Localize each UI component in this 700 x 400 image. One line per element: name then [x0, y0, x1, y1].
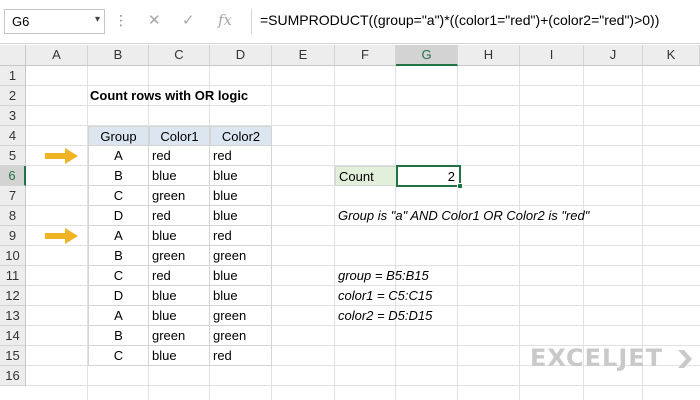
row-header-1[interactable]: 1 — [0, 66, 26, 86]
drag-handle-icon[interactable]: ⋮ — [114, 12, 128, 29]
row-header-12[interactable]: 12 — [0, 286, 26, 306]
table-cell[interactable]: blue — [149, 306, 210, 326]
column-header-j[interactable]: J — [584, 45, 643, 66]
table-cell[interactable]: red — [210, 146, 272, 166]
row-header-10[interactable]: 10 — [0, 246, 26, 266]
chevron-down-icon[interactable]: ▾ — [95, 14, 100, 25]
table-cell[interactable]: blue — [149, 346, 210, 366]
table-cell[interactable]: red — [149, 266, 210, 286]
row-header-13[interactable]: 13 — [0, 306, 26, 326]
table-cell[interactable]: green — [210, 306, 272, 326]
table-cell[interactable]: C — [88, 266, 149, 286]
table-header-group[interactable]: Group — [88, 126, 149, 146]
table-cell[interactable]: blue — [149, 166, 210, 186]
column-header-f[interactable]: F — [335, 45, 396, 66]
formula-text: =SUMPRODUCT((group="a")*((color1="red")+… — [260, 12, 660, 28]
select-all-corner[interactable] — [0, 45, 26, 66]
insert-function-icon[interactable]: fx — [218, 11, 232, 29]
arrow-right-icon — [45, 148, 78, 164]
column-header-i[interactable]: I — [520, 45, 584, 66]
column-header-h[interactable]: H — [458, 45, 520, 66]
table-cell[interactable]: red — [149, 206, 210, 226]
formula-buttons: ✕ ✓ fx — [136, 9, 248, 34]
count-value-cell[interactable]: 2 — [396, 165, 461, 187]
table-cell[interactable]: A — [88, 226, 149, 246]
grid-column-line — [334, 66, 335, 400]
column-header-a[interactable]: A — [26, 45, 88, 66]
logo-text: EXCELJET — [530, 344, 664, 372]
column-header-k[interactable]: K — [643, 45, 700, 66]
table-cell[interactable]: C — [88, 186, 149, 206]
formula-bar: G6 ▾ ⋮ ✕ ✓ fx =SUMPRODUCT((group="a")*((… — [0, 0, 700, 44]
table-header-color1[interactable]: Color1 — [149, 126, 210, 146]
row-header-6[interactable]: 6 — [0, 166, 26, 186]
table-cell[interactable]: B — [88, 246, 149, 266]
cancel-icon[interactable]: ✕ — [148, 11, 161, 29]
row-header-4[interactable]: 4 — [0, 126, 26, 146]
table-cell[interactable]: green — [149, 186, 210, 206]
row-header-8[interactable]: 8 — [0, 206, 26, 226]
row-header-9[interactable]: 9 — [0, 226, 26, 246]
formula-input[interactable]: =SUMPRODUCT((group="a")*((color1="red")+… — [251, 9, 700, 34]
table-cell[interactable]: red — [210, 226, 272, 246]
row-header-14[interactable]: 14 — [0, 326, 26, 346]
table-cell[interactable]: blue — [149, 226, 210, 246]
row-header-15[interactable]: 15 — [0, 346, 26, 366]
table-cell[interactable]: green — [210, 246, 272, 266]
table-cell[interactable]: C — [88, 346, 149, 366]
named-range-color1: color1 = C5:C15 — [338, 288, 433, 303]
table-cell[interactable]: B — [88, 326, 149, 346]
table-cell[interactable]: A — [88, 306, 149, 326]
row-header-3[interactable]: 3 — [0, 106, 26, 126]
sheet-title: Count rows with OR logic — [90, 88, 249, 103]
exceljet-logo: EXCELJET — [530, 344, 692, 374]
table-cell[interactable]: blue — [149, 286, 210, 306]
table-cell[interactable]: red — [210, 346, 272, 366]
table-cell[interactable]: green — [149, 326, 210, 346]
logic-note: Group is "a" AND Color1 OR Color2 is "re… — [338, 208, 590, 223]
row-header-16[interactable]: 16 — [0, 366, 26, 386]
table-header-color2[interactable]: Color2 — [210, 126, 272, 146]
table-cell[interactable]: blue — [210, 186, 272, 206]
check-icon[interactable]: ✓ — [182, 11, 195, 29]
column-header-g[interactable]: G — [396, 45, 458, 66]
name-box-value: G6 — [12, 14, 30, 29]
table-cell[interactable]: blue — [210, 206, 272, 226]
exceljet-mark-icon — [678, 350, 692, 368]
column-header-d[interactable]: D — [210, 45, 272, 66]
column-header-c[interactable]: C — [149, 45, 210, 66]
row-header-11[interactable]: 11 — [0, 266, 26, 286]
column-header-e[interactable]: E — [272, 45, 335, 66]
named-range-color2: color2 = D5:D15 — [338, 308, 433, 323]
grid-column-line — [519, 66, 520, 400]
table-cell[interactable]: blue — [210, 286, 272, 306]
row-header-2[interactable]: 2 — [0, 86, 26, 106]
fill-handle[interactable] — [457, 183, 463, 189]
row-header-5[interactable]: 5 — [0, 146, 26, 166]
table-cell[interactable]: green — [149, 246, 210, 266]
table-cell[interactable]: A — [88, 146, 149, 166]
grid-column-line — [395, 66, 396, 400]
grid-column-line — [457, 66, 458, 400]
table-cell[interactable]: D — [88, 286, 149, 306]
table-cell[interactable]: red — [149, 146, 210, 166]
count-label[interactable]: Count — [335, 166, 397, 186]
name-box[interactable]: G6 ▾ — [4, 9, 105, 34]
table-cell[interactable]: blue — [210, 166, 272, 186]
table-cell[interactable]: green — [210, 326, 272, 346]
table-cell[interactable]: blue — [210, 266, 272, 286]
table-cell[interactable]: B — [88, 166, 149, 186]
table-cell[interactable]: D — [88, 206, 149, 226]
row-header-7[interactable]: 7 — [0, 186, 26, 206]
column-header-b[interactable]: B — [88, 45, 149, 66]
named-range-group: group = B5:B15 — [338, 268, 429, 283]
arrow-right-icon — [45, 228, 78, 244]
grid-row-line — [26, 385, 700, 386]
